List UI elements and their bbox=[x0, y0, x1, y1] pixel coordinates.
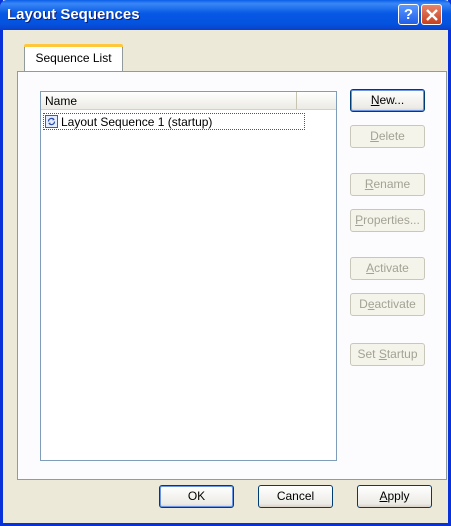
apply-button[interactable]: Apply bbox=[357, 485, 432, 508]
set-startup-button[interactable]: Set Startup bbox=[350, 343, 425, 366]
cancel-button[interactable]: Cancel bbox=[258, 485, 333, 508]
tab-panel: Name Layout Sequence 1 (startup) New... bbox=[17, 71, 447, 480]
sequence-icon bbox=[45, 115, 58, 128]
tab-label: Sequence List bbox=[35, 51, 112, 65]
deactivate-button[interactable]: Deactivate bbox=[350, 293, 425, 316]
list-item[interactable]: Layout Sequence 1 (startup) bbox=[43, 113, 305, 130]
layout-sequences-dialog: Layout Sequences ? Sequence List Name La… bbox=[0, 0, 451, 526]
activate-button[interactable]: Activate bbox=[350, 257, 425, 280]
dialog-button-bar: OK Cancel Apply bbox=[3, 480, 448, 520]
new-button[interactable]: New... bbox=[350, 89, 425, 112]
list-item-label: Layout Sequence 1 (startup) bbox=[61, 115, 213, 129]
tab-accent bbox=[24, 44, 123, 47]
title-bar[interactable]: Layout Sequences ? bbox=[0, 0, 451, 30]
properties-button[interactable]: Properties... bbox=[350, 209, 425, 232]
ok-button[interactable]: OK bbox=[159, 485, 234, 508]
close-icon[interactable] bbox=[421, 4, 442, 25]
sequence-list[interactable]: Name Layout Sequence 1 (startup) bbox=[40, 91, 337, 461]
window-title: Layout Sequences bbox=[7, 6, 140, 23]
delete-button[interactable]: Delete bbox=[350, 125, 425, 148]
list-header: Name bbox=[41, 92, 336, 110]
help-icon[interactable]: ? bbox=[398, 4, 419, 25]
tab-sequence-list[interactable]: Sequence List bbox=[24, 44, 123, 72]
column-header-name[interactable]: Name bbox=[41, 92, 297, 109]
rename-button[interactable]: Rename bbox=[350, 173, 425, 196]
column-header-label: Name bbox=[45, 94, 78, 108]
